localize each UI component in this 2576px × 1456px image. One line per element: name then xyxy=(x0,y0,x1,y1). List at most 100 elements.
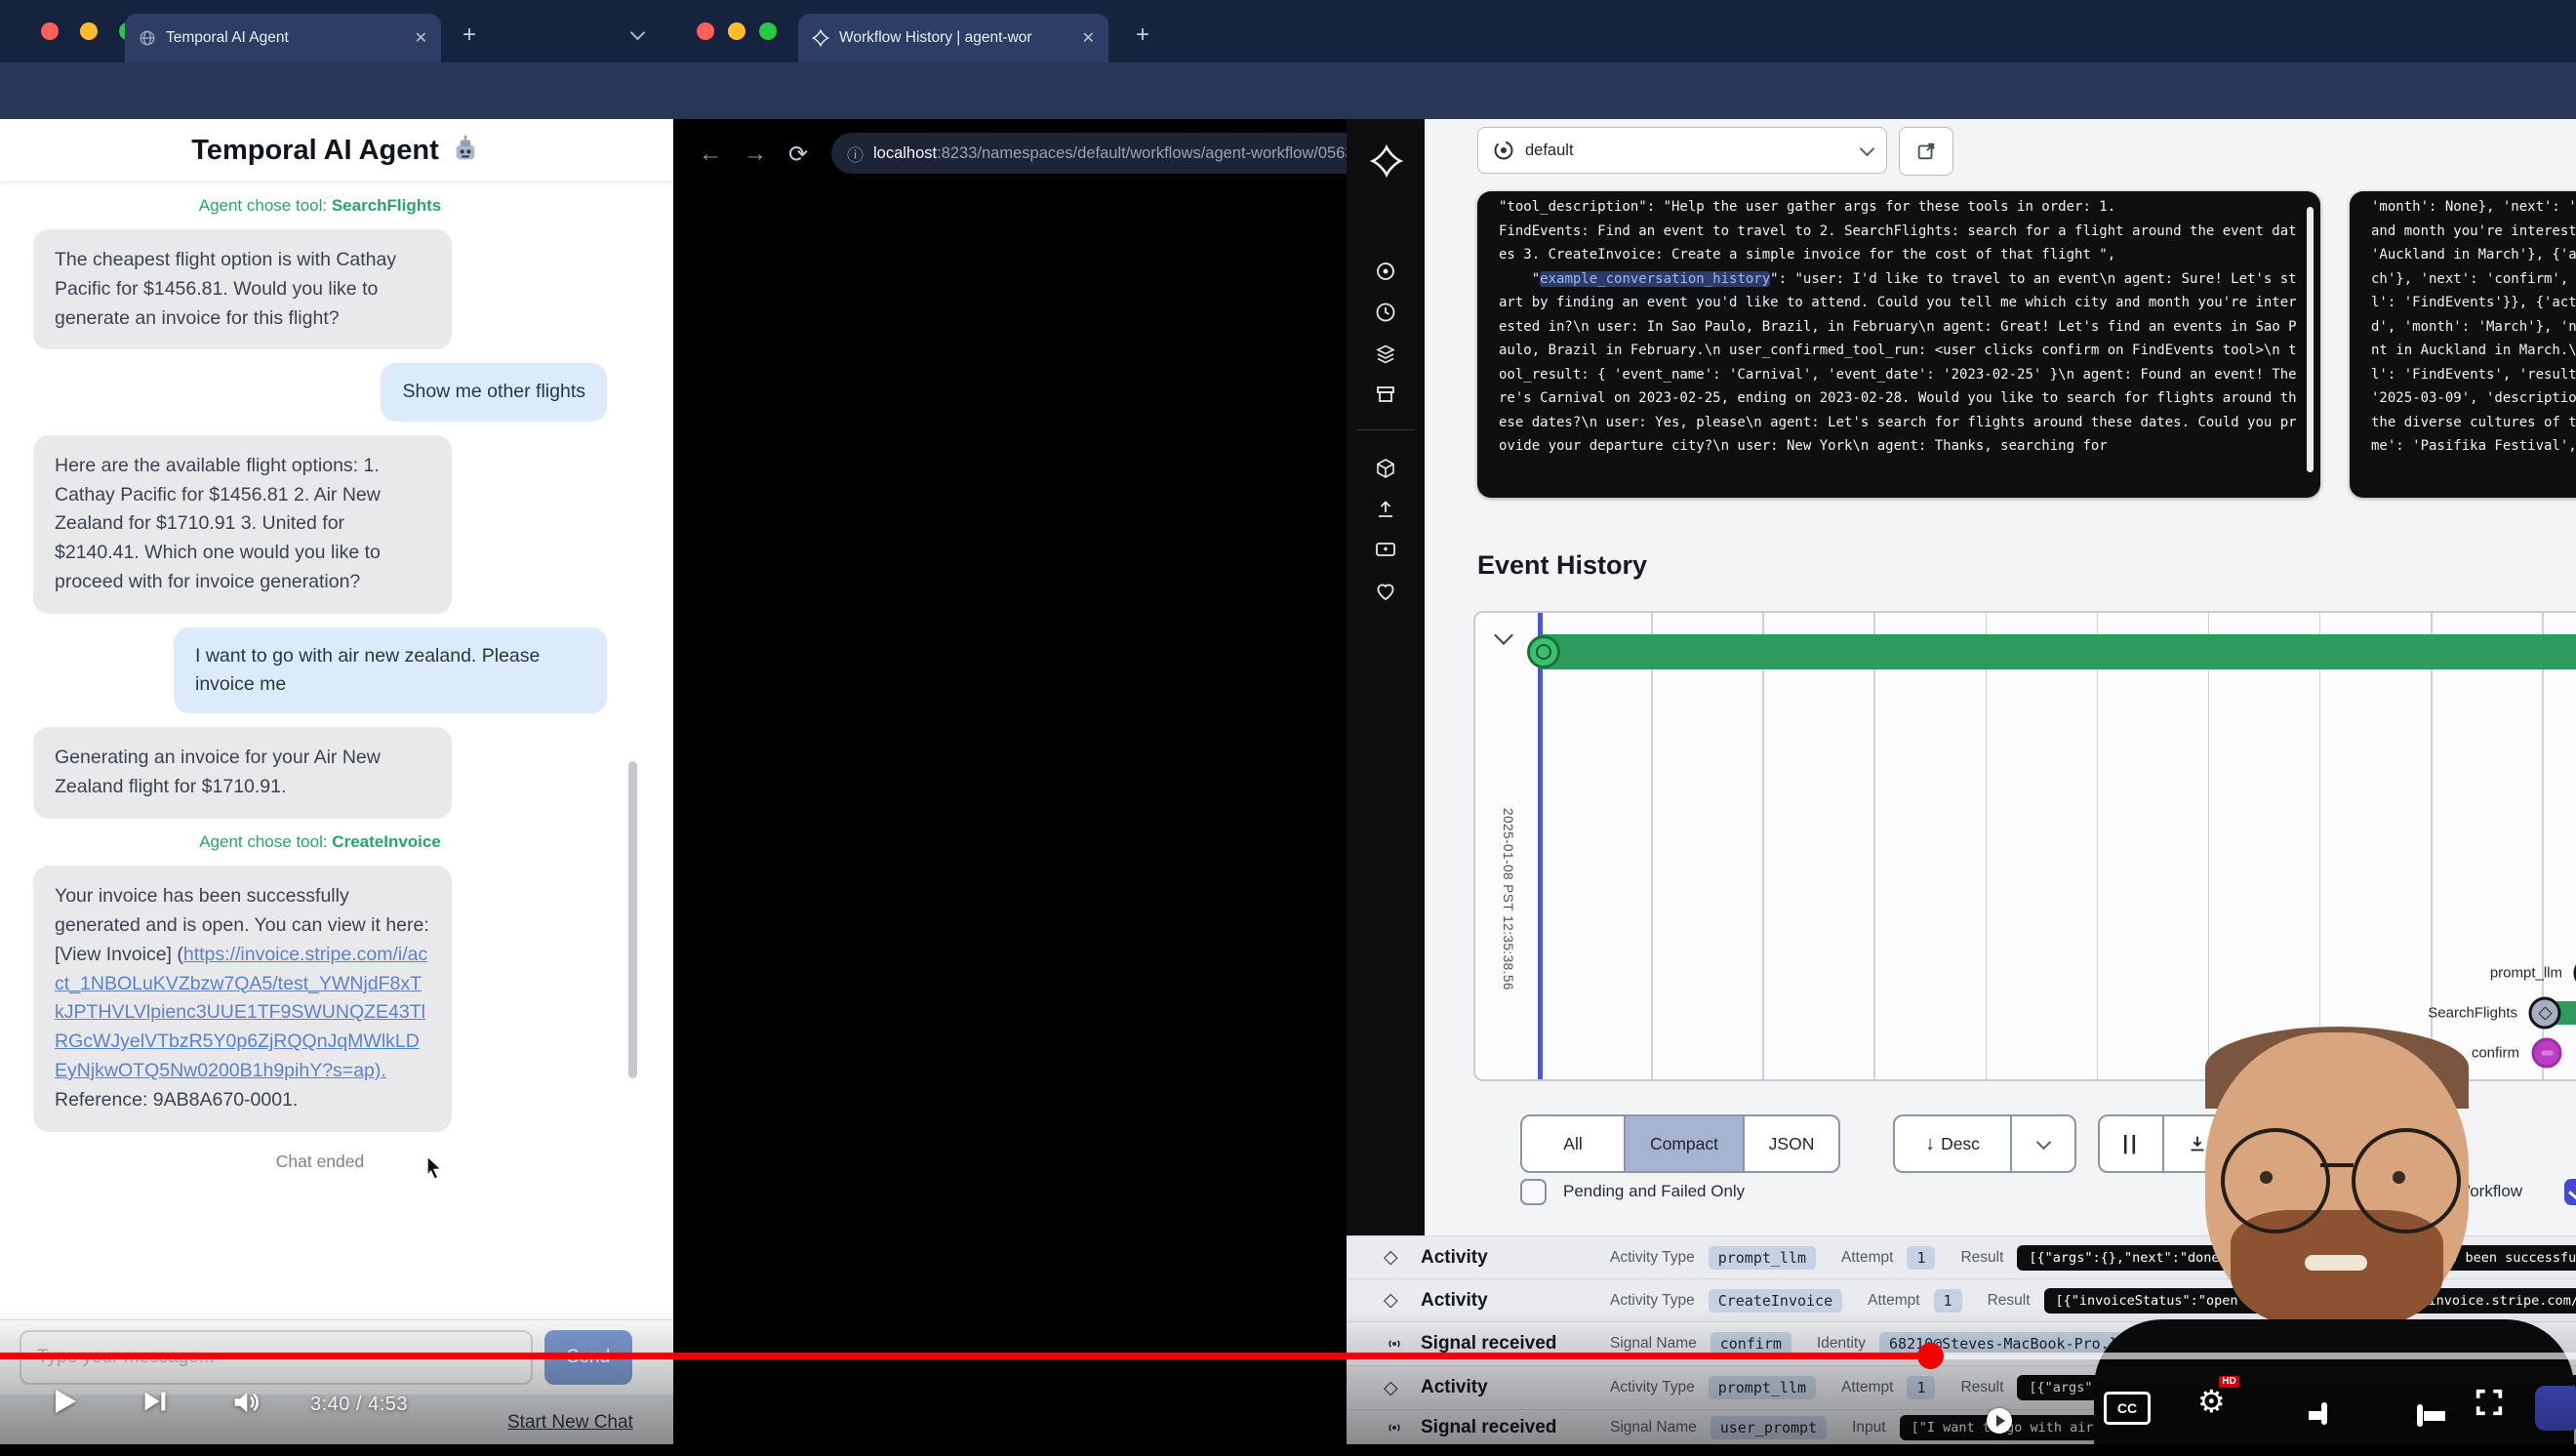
person-glasses xyxy=(2221,1128,2330,1234)
tab-title: Workflow History | agent-wor xyxy=(839,29,1072,47)
sidebar-item-archive-icon[interactable] xyxy=(1374,383,1397,406)
code-panel-left[interactable]: "tool_description": "Help the user gathe… xyxy=(1477,191,2320,498)
next-button[interactable] xyxy=(139,1386,170,1422)
chat-scrollbar[interactable] xyxy=(628,761,637,1078)
captions-button[interactable]: CC xyxy=(2104,1392,2151,1425)
activity-scheduled-icon[interactable] xyxy=(2529,997,2561,1030)
timeline-row-label: SearchFlights xyxy=(2428,1005,2517,1022)
signal-received-icon xyxy=(1384,1333,1407,1355)
tool-choice-prefix: Agent chose tool: xyxy=(199,196,332,215)
code-text: ": "user: I'd like to travel to an event… xyxy=(1499,271,2297,455)
chat-ended-status: Chat ended xyxy=(33,1152,607,1172)
minimize-window-button[interactable] xyxy=(728,22,745,40)
open-external-button[interactable] xyxy=(1899,127,1953,176)
app-title: Temporal AI Agent xyxy=(191,135,439,167)
browser-tab[interactable]: Workflow History | agent-wor ✕ xyxy=(798,14,1108,62)
back-button[interactable]: ← xyxy=(699,141,722,168)
settings-gear-icon[interactable]: ⚙HD xyxy=(2197,1384,2226,1419)
tab-search-chevron-icon[interactable] xyxy=(632,25,643,43)
person-hoodie xyxy=(2094,1319,2574,1446)
event-type-label: Activity xyxy=(1421,1377,1585,1398)
code-cut-line: "tool_description": "Help the user gathe… xyxy=(1499,199,2115,215)
view-option-all[interactable]: All xyxy=(1522,1116,1624,1171)
event-type-label: Activity xyxy=(1421,1247,1585,1269)
left-toolbar: ← → ⟳ ⓘ localhost :5173 ☆ C: | ⋮ xyxy=(0,62,673,119)
temporal-favicon-icon xyxy=(812,29,829,47)
video-progress-bar[interactable] xyxy=(0,1353,2576,1359)
activity-diamond-icon: ◇ xyxy=(1384,1289,1407,1312)
pending-failed-checkbox[interactable] xyxy=(1520,1179,1547,1205)
code-cut-line: 'month': None}, 'next': 'question', 'res… xyxy=(2371,199,2576,215)
signal-received-icon xyxy=(1384,1417,1407,1438)
miniplayer-button[interactable] xyxy=(2321,1402,2327,1425)
field-value-chip: user_prompt xyxy=(1711,1416,1827,1439)
workflow-execution-bar[interactable] xyxy=(1540,634,2576,669)
close-tab-icon[interactable]: ✕ xyxy=(415,28,427,48)
view-option-compact[interactable]: Compact xyxy=(1624,1116,1743,1171)
code-panel-right[interactable]: 'month': None}, 'next': 'question', 'res… xyxy=(2350,191,2576,498)
minimize-window-button[interactable] xyxy=(80,22,98,40)
maximize-window-button[interactable] xyxy=(759,22,777,40)
pending-failed-label: Pending and Failed Only xyxy=(1563,1182,1745,1201)
sidebar-item-layers-icon[interactable] xyxy=(1374,342,1397,365)
sort-chevron-button[interactable] xyxy=(2010,1116,2074,1171)
person-glasses-bridge xyxy=(2320,1163,2354,1167)
close-tab-icon[interactable]: ✕ xyxy=(1082,28,1095,48)
sidebar-item-clock-icon[interactable] xyxy=(1374,301,1397,324)
sidebar-item-screen-icon[interactable] xyxy=(1374,539,1397,562)
progress-playhead[interactable] xyxy=(1917,1343,1944,1369)
floating-blue-button[interactable] xyxy=(2535,1386,2576,1431)
url-host: localhost xyxy=(873,144,937,163)
timeline-gridline xyxy=(1873,613,1875,1079)
theater-mode-button[interactable] xyxy=(2417,1404,2423,1427)
browser-tab[interactable]: Temporal AI Agent ✕ xyxy=(125,14,441,62)
timeline-row-label: prompt_llm xyxy=(2490,965,2562,982)
field-label: Result xyxy=(1960,1249,2003,1267)
sidebar-item-upload-icon[interactable] xyxy=(1374,498,1397,521)
sidebar-item-cube-icon[interactable] xyxy=(1374,457,1397,480)
field-label: Activity Type xyxy=(1610,1249,1695,1267)
field-value-chip: 1 xyxy=(1934,1289,1962,1313)
field-label: Attempt xyxy=(1841,1379,1893,1396)
globe-favicon-icon xyxy=(139,29,156,47)
close-window-button[interactable] xyxy=(41,22,59,40)
workflow-bar-endpoint-icon[interactable] xyxy=(1527,635,1560,668)
sidebar-item-eye-icon[interactable] xyxy=(1374,260,1397,283)
tool-choice-note: Agent chose tool: CreateInvoice xyxy=(33,832,607,852)
event-history-title: Event History xyxy=(1477,550,1647,581)
forward-button[interactable]: → xyxy=(744,141,767,168)
activity-diamond-icon: ◇ xyxy=(1384,1377,1407,1399)
field-label: Attempt xyxy=(1841,1249,1893,1267)
new-tab-button[interactable]: + xyxy=(1136,23,1149,47)
left-browser-window: Temporal AI Agent ✕ + ← → ⟳ ⓘ localhost … xyxy=(0,0,673,1444)
sort-control: ↓Desc xyxy=(1893,1114,2076,1173)
code-scrollbar[interactable] xyxy=(2307,207,2314,472)
temporal-logo-icon[interactable] xyxy=(1370,144,1393,168)
activity-diamond-icon: ◇ xyxy=(1384,1246,1407,1269)
message-text: Reference: 9AB8A670-0001. xyxy=(55,1089,298,1111)
chat-message-bot: Generating an invoice for your Air New Z… xyxy=(33,727,452,819)
timeline-start-axis xyxy=(1538,613,1543,1079)
close-window-button[interactable] xyxy=(697,22,714,40)
field-label: Input xyxy=(1852,1419,1885,1436)
chat-app: Temporal AI Agent Agent chose tool: Sear… xyxy=(0,119,673,1444)
new-tab-button[interactable]: + xyxy=(463,23,476,47)
timeline-gridline xyxy=(1651,613,1653,1079)
sort-desc-button[interactable]: ↓Desc xyxy=(1895,1116,2010,1171)
hd-quality-badge: HD xyxy=(2219,1376,2238,1388)
field-label: Attempt xyxy=(1868,1292,1919,1310)
view-toggle: AllCompactJSON xyxy=(1520,1114,1840,1173)
reload-button[interactable]: ⟳ xyxy=(788,141,808,169)
namespace-select[interactable]: default xyxy=(1477,127,1887,174)
volume-icon[interactable] xyxy=(230,1388,262,1422)
view-option-json[interactable]: JSON xyxy=(1743,1116,1838,1171)
field-value-chip: 1 xyxy=(1907,1246,1935,1270)
field-label: Signal Name xyxy=(1610,1419,1697,1436)
sidebar-item-heart-icon[interactable] xyxy=(1374,580,1397,603)
fullscreen-button[interactable] xyxy=(2473,1386,2506,1424)
site-info-icon[interactable]: ⓘ xyxy=(847,142,864,166)
start-new-chat-link[interactable]: Start New Chat xyxy=(507,1412,633,1434)
play-button[interactable] xyxy=(47,1382,82,1426)
tool-choice-note: Agent chose tool: SearchFlights xyxy=(33,196,607,216)
field-label: Activity Type xyxy=(1610,1292,1695,1310)
